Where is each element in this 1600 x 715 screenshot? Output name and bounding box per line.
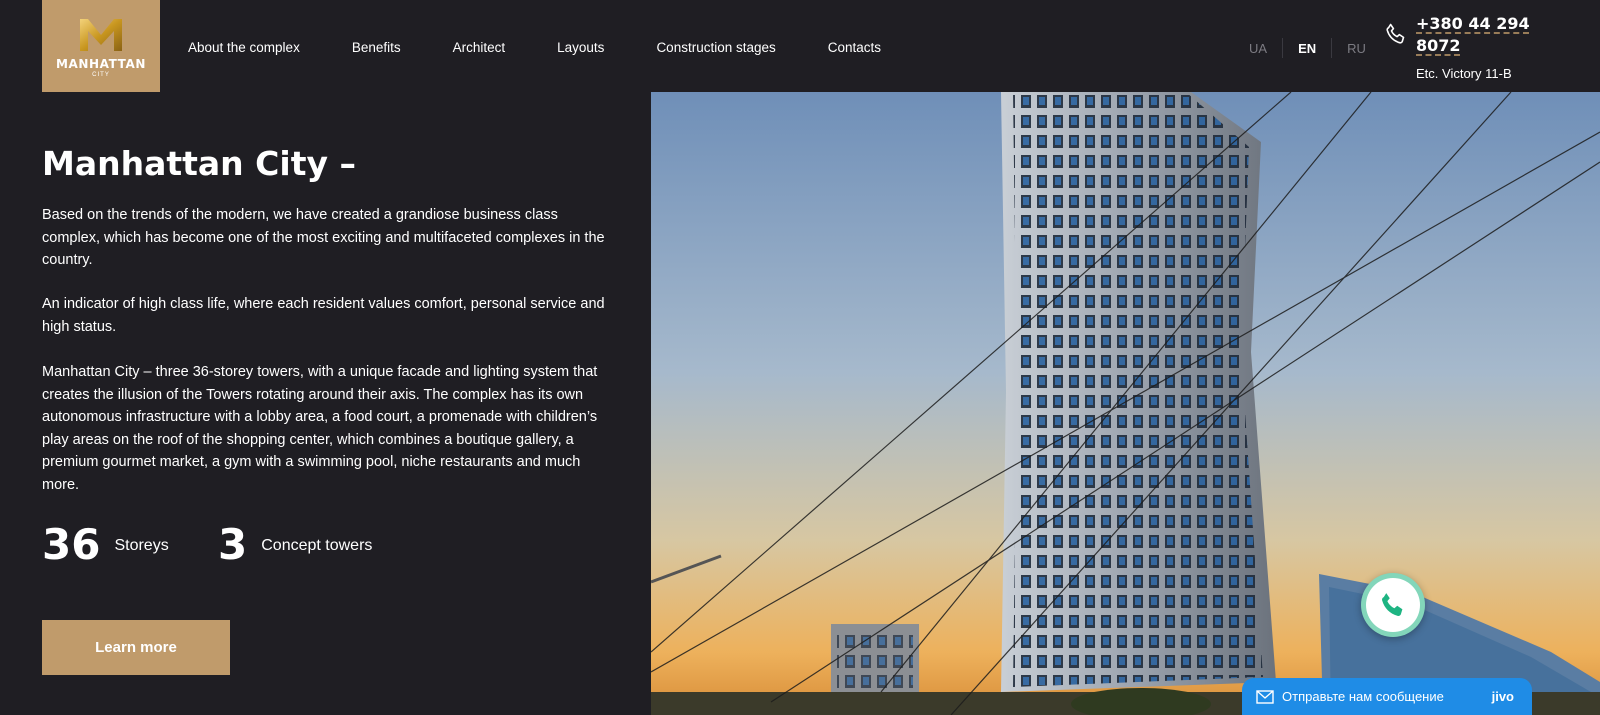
stat-label: Concept towers	[261, 536, 373, 554]
phone-number-link[interactable]: +380 44 294 8072	[1416, 13, 1532, 57]
logo-monogram-icon	[80, 18, 122, 51]
logo-subtitle: CITY	[92, 71, 110, 78]
nav-architect[interactable]: Architect	[453, 40, 506, 55]
logo[interactable]: MANHATTAN CITY	[42, 0, 160, 92]
nav-benefits[interactable]: Benefits	[352, 40, 401, 55]
envelope-icon	[1256, 689, 1274, 704]
stat-storeys: 36 Storeys	[42, 520, 169, 569]
language-switcher: UA EN RU	[1234, 38, 1381, 58]
lang-ru[interactable]: RU	[1332, 41, 1381, 56]
details-paragraph: Manhattan City – three 36-storey towers,…	[42, 364, 598, 493]
hero-image	[651, 92, 1600, 715]
nav-layouts[interactable]: Layouts	[557, 40, 604, 55]
stat-value: 3	[218, 520, 248, 569]
learn-more-button[interactable]: Learn more	[42, 620, 230, 675]
chat-widget-bar[interactable]: Отправьте нам сообщение jivo	[1242, 678, 1532, 715]
address: Etc. Victory 11-B	[1416, 66, 1512, 81]
chat-label: Отправьте нам сообщение	[1282, 689, 1444, 704]
nav-contacts[interactable]: Contacts	[828, 40, 881, 55]
logo-wordmark: MANHATTAN	[55, 56, 147, 71]
chat-brand: jivo	[1491, 689, 1514, 704]
stat-label: Storeys	[114, 536, 169, 554]
lang-ua[interactable]: UA	[1234, 41, 1282, 56]
nav-construction-stages[interactable]: Construction stages	[656, 40, 775, 55]
main-nav: About the complex Benefits Architect Lay…	[188, 40, 933, 55]
nav-about[interactable]: About the complex	[188, 40, 300, 55]
lang-en[interactable]: EN	[1283, 41, 1331, 56]
callback-button[interactable]	[1361, 573, 1425, 637]
phone-icon	[1382, 593, 1403, 616]
phone-icon	[1386, 23, 1405, 44]
intro-paragraph: Based on the trends of the modern, we ha…	[42, 207, 605, 268]
stat-value: 36	[42, 520, 101, 569]
stat-towers: 3 Concept towers	[218, 520, 372, 569]
page-title: Manhattan City –	[42, 144, 356, 183]
status-paragraph: An indicator of high class life, where e…	[42, 296, 605, 335]
